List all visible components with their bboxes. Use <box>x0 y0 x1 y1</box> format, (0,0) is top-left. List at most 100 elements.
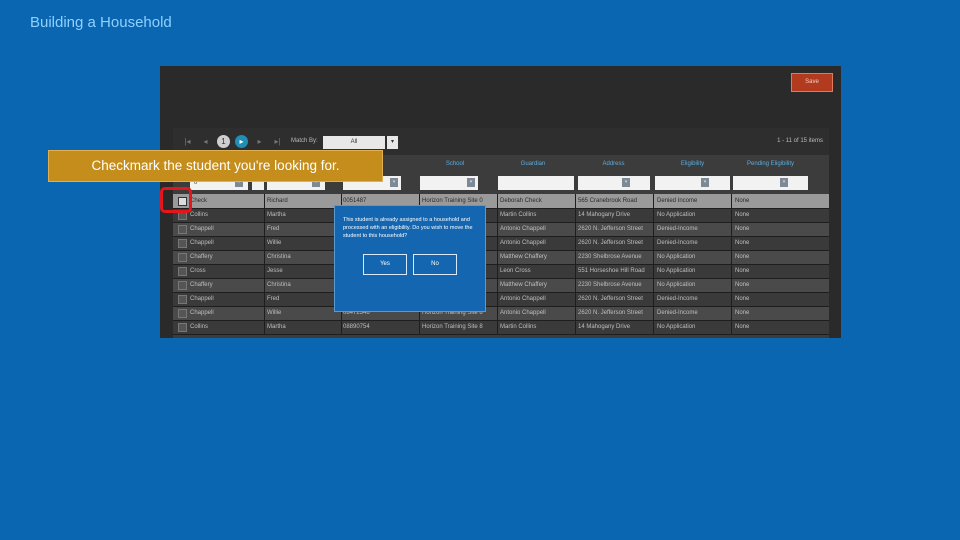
table-cell-guardian: Antonio Chappell <box>500 296 546 302</box>
table-cell-first: Jesse <box>267 268 283 274</box>
filter-icon[interactable]: ▾ <box>390 178 398 187</box>
table-cell-school: Horizon Training Site 8 <box>422 324 483 330</box>
table-cell-elig: No Application <box>657 254 696 260</box>
column-divider <box>731 194 732 334</box>
table-cell-first: Fred <box>267 296 280 302</box>
table-cell-guardian: Matthew Chaffery <box>500 254 547 260</box>
filter-icon[interactable]: ▾ <box>467 178 475 187</box>
filter-icon[interactable]: ▾ <box>780 178 788 187</box>
table-cell-address: 2620 N. Jefferson Street <box>578 240 643 246</box>
table-cell-guardian: Matthew Chaffery <box>500 282 547 288</box>
row-checkbox[interactable] <box>178 267 187 276</box>
column-header-pending-eligibility[interactable]: Pending Eligibility <box>733 161 808 171</box>
table-cell-address: 14 Mahogany Drive <box>578 212 631 218</box>
table-cell-pending: None <box>735 198 750 204</box>
column-header-eligibility[interactable]: Eligibility <box>655 161 730 171</box>
row-checkbox[interactable] <box>178 309 187 318</box>
prev-page-icon[interactable]: ◂ <box>199 135 212 148</box>
table-cell-guardian: Deborah Check <box>500 198 542 204</box>
table-cell-guardian: Antonio Chappell <box>500 240 546 246</box>
row-checkbox[interactable] <box>178 253 187 262</box>
table-cell-elig: No Application <box>657 268 696 274</box>
table-cell-pending: None <box>735 226 750 232</box>
table-cell-pending: None <box>735 268 750 274</box>
current-page-button[interactable]: 1 <box>217 135 230 148</box>
table-cell-guardian: Antonio Chappell <box>500 226 546 232</box>
dialog-no-button[interactable]: No <box>413 254 457 275</box>
chevron-down-icon[interactable]: ▾ <box>387 136 398 149</box>
table-cell-elig: Denied-Income <box>657 226 698 232</box>
table-cell-elig: No Application <box>657 282 696 288</box>
table-cell-guardian: Martin Collins <box>500 212 537 218</box>
table-cell-elig: No Application <box>657 324 696 330</box>
table-cell-elig: Denied-Income <box>657 310 698 316</box>
row-checkbox[interactable] <box>178 323 187 332</box>
column-header-address[interactable]: Address <box>576 161 651 171</box>
filter-input-guardian[interactable] <box>498 176 574 190</box>
table-cell-pending: None <box>735 310 750 316</box>
table-cell-elig: Denied-Income <box>657 296 698 302</box>
match-by-select[interactable]: All <box>323 136 385 149</box>
table-cell-last: Check <box>190 198 208 204</box>
table-cell-elig: Denied-Income <box>657 240 698 246</box>
table-cell-elig: No Application <box>657 212 696 218</box>
table-cell-last: Chaffery <box>190 282 213 288</box>
next-group-icon[interactable]: ▸ <box>253 135 266 148</box>
table-cell-first: Richard <box>267 198 288 204</box>
column-divider <box>497 194 498 334</box>
row-checkbox[interactable] <box>178 239 187 248</box>
slide-title: Building a Household <box>30 14 172 31</box>
table-cell-id: 08890754 <box>343 324 370 330</box>
table-cell-first: Martha <box>267 212 286 218</box>
match-by-label: Match By: <box>291 138 318 144</box>
column-divider <box>264 194 265 334</box>
table-cell-address: 14 Mahogany Drive <box>578 324 631 330</box>
app-window: Save |◂ ◂ 1 ▸ ▸ ▸| Match By: All ▾ 1 - 1… <box>160 66 841 338</box>
filter-input-pending-eligibility[interactable] <box>733 176 808 190</box>
table-cell-first: Martha <box>267 324 286 330</box>
table-cell-address: 2230 Shelbrose Avenue <box>578 254 642 260</box>
filter-icon[interactable]: ▾ <box>701 178 709 187</box>
table-cell-last: Cross <box>190 268 206 274</box>
next-page-icon[interactable]: ▸ <box>235 135 248 148</box>
checkbox-highlight <box>160 187 192 213</box>
table-cell-pending: None <box>735 296 750 302</box>
last-page-icon[interactable]: ▸| <box>271 135 284 148</box>
row-checkbox[interactable] <box>178 281 187 290</box>
table-cell-address: 2620 N. Jefferson Street <box>578 296 643 302</box>
table-cell-first: Willie <box>267 240 282 246</box>
first-page-icon[interactable]: |◂ <box>181 135 194 148</box>
table-cell-last: Chappell <box>190 310 214 316</box>
column-divider <box>575 194 576 334</box>
table-cell-guardian: Leon Cross <box>500 268 531 274</box>
table-cell-address: 551 Horseshoe Hill Road <box>578 268 645 274</box>
table-cell-last: Chaffery <box>190 254 213 260</box>
table-cell-pending: None <box>735 254 750 260</box>
filter-icon[interactable]: ▾ <box>622 178 630 187</box>
row-checkbox[interactable] <box>178 225 187 234</box>
table-cell-pending: None <box>735 324 750 330</box>
table-cell-pending: None <box>735 212 750 218</box>
save-button[interactable]: Save <box>791 73 833 92</box>
table-cell-guardian: Martin Collins <box>500 324 537 330</box>
column-header-school[interactable]: School <box>420 161 490 171</box>
column-divider <box>653 194 654 334</box>
table-cell-guardian: Antonio Chappell <box>500 310 546 316</box>
table-cell-first: Willie <box>267 310 282 316</box>
table-cell-address: 565 Cranebrook Road <box>578 198 638 204</box>
items-count: 1 - 11 of 15 items <box>777 138 823 144</box>
column-header-guardian[interactable]: Guardian <box>498 161 568 171</box>
table-cell-pending: None <box>735 240 750 246</box>
table-cell-last: Chappell <box>190 296 214 302</box>
table-cell-address: 2620 N. Jefferson Street <box>578 226 643 232</box>
table-cell-address: 2620 N. Jefferson Street <box>578 310 643 316</box>
dialog-yes-button[interactable]: Yes <box>363 254 407 275</box>
row-checkbox[interactable] <box>178 295 187 304</box>
table-cell-last: Chappell <box>190 226 214 232</box>
table-cell-last: Collins <box>190 324 209 330</box>
table-cell-first: Christina <box>267 254 291 260</box>
instruction-callout: Checkmark the student you're looking for… <box>48 150 383 182</box>
table-cell-elig: Denied Income <box>657 198 698 204</box>
filter-input-address[interactable] <box>578 176 650 190</box>
filter-input-eligibility[interactable] <box>655 176 730 190</box>
